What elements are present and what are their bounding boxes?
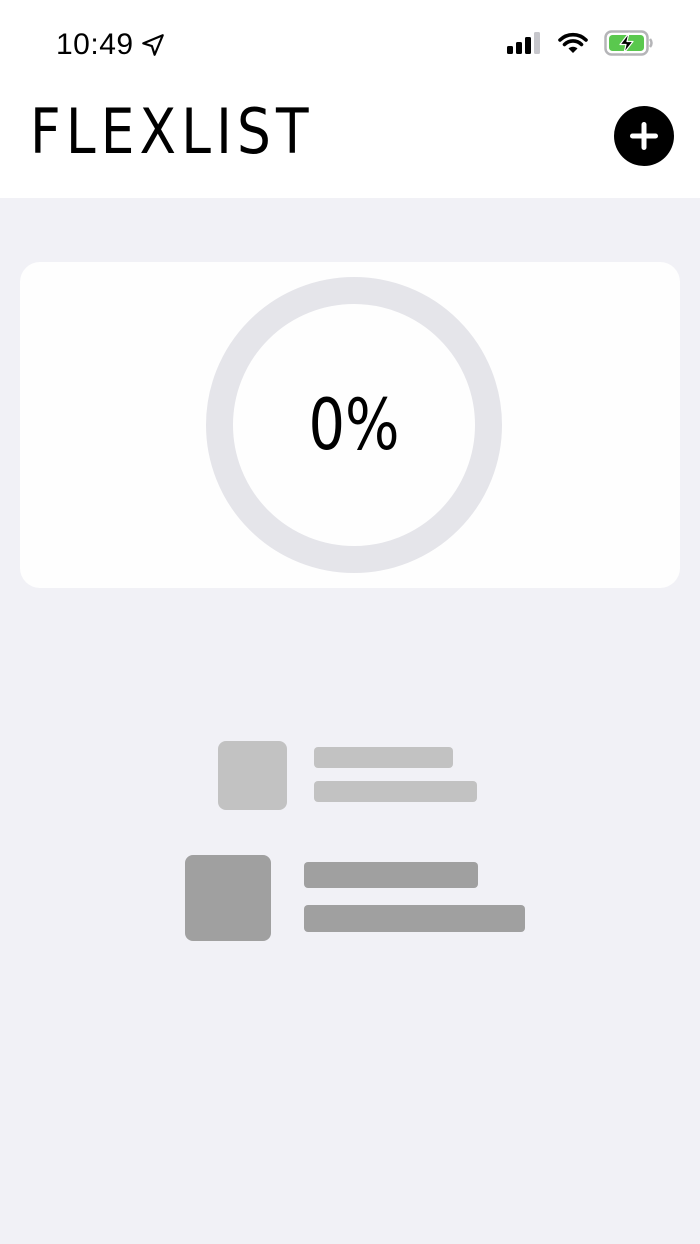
app-title: FLEXLIST [30, 95, 314, 168]
status-bar: 10:49 [0, 0, 700, 90]
add-button[interactable] [614, 106, 674, 166]
status-icons [506, 30, 654, 56]
placeholder-thumb-large [185, 855, 271, 941]
placeholder-thumb-small [218, 741, 287, 810]
battery-charging-icon [604, 30, 653, 56]
plus-icon [630, 122, 658, 150]
header: 10:49 FLEXLIST [0, 0, 700, 198]
status-time: 10:49 [56, 28, 134, 61]
placeholder-line-long [314, 781, 477, 802]
wifi-icon [558, 32, 588, 53]
cellular-signal-icon [507, 32, 540, 54]
placeholder-line-short [314, 747, 453, 768]
progress-percentage: 0% [308, 384, 400, 466]
progress-card: 0% [20, 262, 680, 588]
placeholder-line-wide [304, 905, 525, 932]
location-arrow-icon [141, 34, 164, 56]
status-time-group: 10:49 [56, 28, 166, 62]
screen: 10:49 FLEXLIST 0% [0, 0, 700, 1244]
placeholder-line-mid [304, 862, 478, 888]
